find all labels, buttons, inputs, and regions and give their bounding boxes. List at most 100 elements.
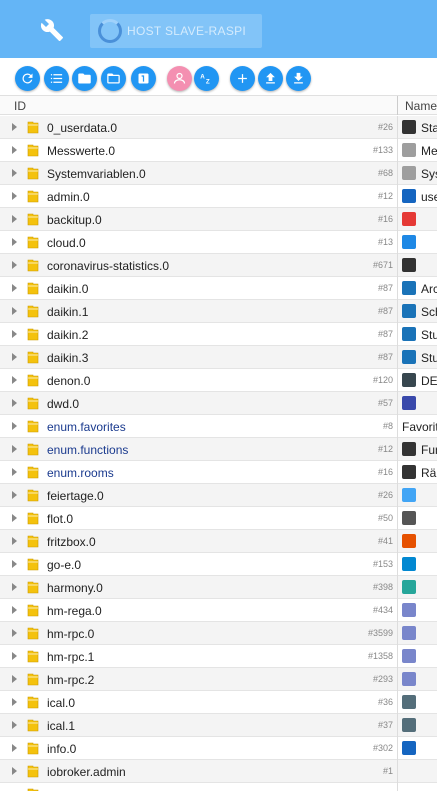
table-row[interactable]: daikin.3 #87 Stu <box>0 346 437 369</box>
table-row[interactable]: fritzbox.0 #41 <box>0 530 437 553</box>
table-row[interactable]: feiertage.0 #26 <box>0 484 437 507</box>
row-name: use <box>421 190 437 204</box>
expand-caret-icon[interactable] <box>12 123 17 131</box>
column-header-name[interactable]: Name <box>405 99 437 113</box>
refresh-button[interactable] <box>15 66 40 91</box>
table-row[interactable]: hm-rpc.2 #293 <box>0 668 437 691</box>
expand-caret-icon[interactable] <box>12 422 17 430</box>
expand-caret-icon[interactable] <box>12 146 17 154</box>
table-row[interactable]: enum.rooms #16 Räu <box>0 461 437 484</box>
expert-user-icon <box>173 72 186 84</box>
expand-caret-icon[interactable] <box>12 399 17 407</box>
homematic-icon <box>402 672 416 686</box>
table-row[interactable]: denon.0 #120 DE <box>0 369 437 392</box>
expert-mode-button[interactable] <box>167 66 192 91</box>
expand-caret-icon[interactable] <box>12 376 17 384</box>
column-divider <box>397 714 398 737</box>
expand-level-button[interactable] <box>131 66 156 91</box>
table-row[interactable]: dwd.0 #57 <box>0 392 437 415</box>
expand-caret-icon[interactable] <box>12 192 17 200</box>
expand-caret-icon[interactable] <box>12 675 17 683</box>
expand-caret-icon[interactable] <box>12 767 17 775</box>
table-row[interactable]: Messwerte.0 #133 Me <box>0 139 437 162</box>
table-row[interactable]: admin.0 #12 use <box>0 185 437 208</box>
table-row[interactable]: info.0 #302 <box>0 737 437 760</box>
expand-caret-icon[interactable] <box>12 238 17 246</box>
row-id: Messwerte.0 <box>47 144 116 158</box>
row-id: enum.favorites <box>47 420 126 434</box>
row-id: daikin.3 <box>47 351 89 365</box>
column-divider <box>397 668 398 691</box>
table-row[interactable]: ical.1 #37 <box>0 714 437 737</box>
sort-button[interactable]: AZ <box>194 66 219 91</box>
expand-caret-icon[interactable] <box>12 353 17 361</box>
table-row[interactable]: hm-rpc.1 #1358 <box>0 645 437 668</box>
expand-caret-icon[interactable] <box>12 307 17 315</box>
expand-caret-icon[interactable] <box>12 330 17 338</box>
weather-icon <box>402 396 416 410</box>
expand-caret-icon[interactable] <box>12 606 17 614</box>
column-header-id[interactable]: ID <box>14 99 26 113</box>
row-count: #16 <box>377 467 393 477</box>
upload-button[interactable] <box>258 66 283 91</box>
expand-caret-icon[interactable] <box>12 445 17 453</box>
folder-icon <box>27 190 39 203</box>
table-row[interactable]: ical.0 #36 <box>0 691 437 714</box>
column-divider <box>397 783 398 791</box>
column-divider[interactable] <box>397 96 398 115</box>
expand-caret-icon[interactable] <box>12 468 17 476</box>
table-row[interactable]: coronavirus-statistics.0 #671 <box>0 254 437 277</box>
expand-caret-icon[interactable] <box>12 514 17 522</box>
host-selector[interactable]: HOST SLAVE-RASPI <box>90 14 262 48</box>
table-row[interactable]: flot.0 #50 <box>0 507 437 530</box>
expand-caret-icon[interactable] <box>12 698 17 706</box>
list-view-button[interactable] <box>44 66 69 91</box>
expand-caret-icon[interactable] <box>12 261 17 269</box>
table-row[interactable]: daikin.2 #87 Stu <box>0 323 437 346</box>
expand-caret-icon[interactable] <box>12 583 17 591</box>
folder-icon <box>27 535 39 548</box>
row-count: #8 <box>382 421 393 431</box>
virus-icon <box>402 258 416 272</box>
upload-icon <box>266 72 275 84</box>
table-row[interactable]: go-e.0 #153 <box>0 553 437 576</box>
expand-caret-icon[interactable] <box>12 169 17 177</box>
collapse-all-button[interactable] <box>72 66 97 91</box>
expand-caret-icon[interactable] <box>12 215 17 223</box>
folder-icon <box>78 73 91 84</box>
table-row[interactable]: enum.functions #12 Fun <box>0 438 437 461</box>
table-row[interactable]: enum.favorites #8 Favorit <box>0 415 437 438</box>
table-row[interactable]: daikin.1 #87 Sch <box>0 300 437 323</box>
column-divider <box>397 208 398 231</box>
number-one-icon <box>138 73 149 84</box>
row-id: harmony.0 <box>47 581 103 595</box>
download-button[interactable] <box>286 66 311 91</box>
add-button[interactable] <box>230 66 255 91</box>
folder-icon <box>27 167 39 180</box>
expand-caret-icon[interactable] <box>12 537 17 545</box>
expand-caret-icon[interactable] <box>12 744 17 752</box>
table-row[interactable]: Systemvariablen.0 #68 Sys <box>0 162 437 185</box>
expand-caret-icon[interactable] <box>12 721 17 729</box>
fritz-icon <box>402 534 416 548</box>
expand-caret-icon[interactable] <box>12 629 17 637</box>
expand-caret-icon[interactable] <box>12 560 17 568</box>
table-row[interactable]: 0_userdata.0 #26 Sta <box>0 116 437 139</box>
table-row[interactable]: hm-rega.0 #434 <box>0 599 437 622</box>
expand-caret-icon[interactable] <box>12 652 17 660</box>
table-row[interactable]: harmony.0 #398 <box>0 576 437 599</box>
table-row[interactable]: daikin.0 #87 Arc <box>0 277 437 300</box>
folder-icon <box>27 788 39 791</box>
table-row[interactable] <box>0 783 437 791</box>
table-row[interactable]: iobroker.admin #1 <box>0 760 437 783</box>
table-row[interactable]: cloud.0 #13 <box>0 231 437 254</box>
row-count: #87 <box>377 352 393 362</box>
expand-caret-icon[interactable] <box>12 491 17 499</box>
row-count: #26 <box>377 490 393 500</box>
expand-caret-icon[interactable] <box>12 284 17 292</box>
folder-icon <box>27 420 39 433</box>
table-row[interactable]: hm-rpc.0 #3599 <box>0 622 437 645</box>
table-row[interactable]: backitup.0 #16 <box>0 208 437 231</box>
expand-all-button[interactable] <box>101 66 126 91</box>
wrench-icon[interactable] <box>40 18 64 42</box>
